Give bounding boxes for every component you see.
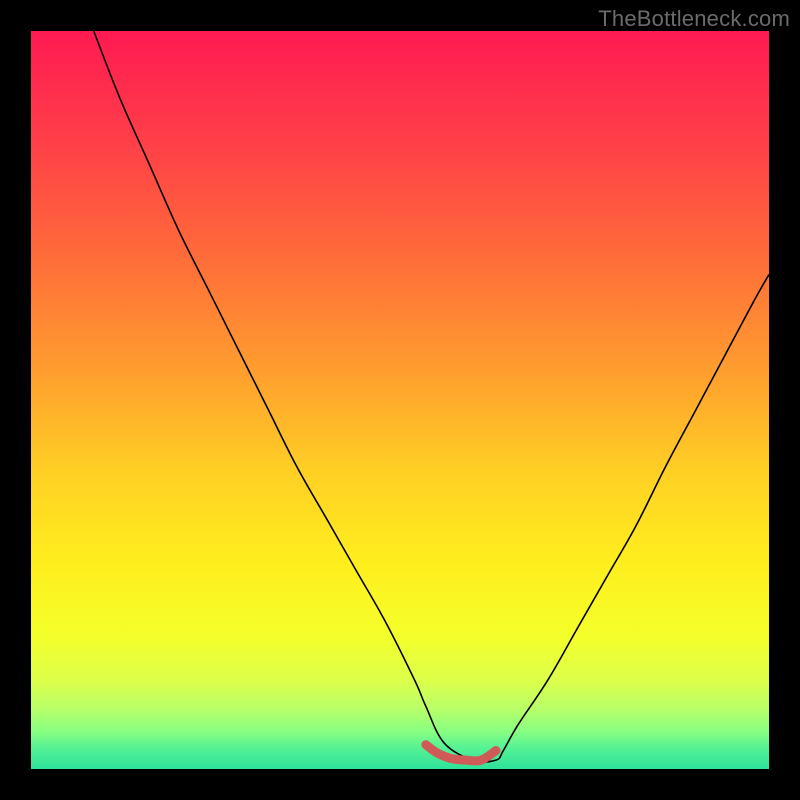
curve-layer [31, 31, 769, 769]
plot-area [31, 31, 769, 769]
optimal-range-marker [426, 745, 496, 761]
watermark-text: TheBottleneck.com [598, 6, 790, 32]
bottleneck-curve [94, 31, 769, 762]
chart-frame: TheBottleneck.com [0, 0, 800, 800]
